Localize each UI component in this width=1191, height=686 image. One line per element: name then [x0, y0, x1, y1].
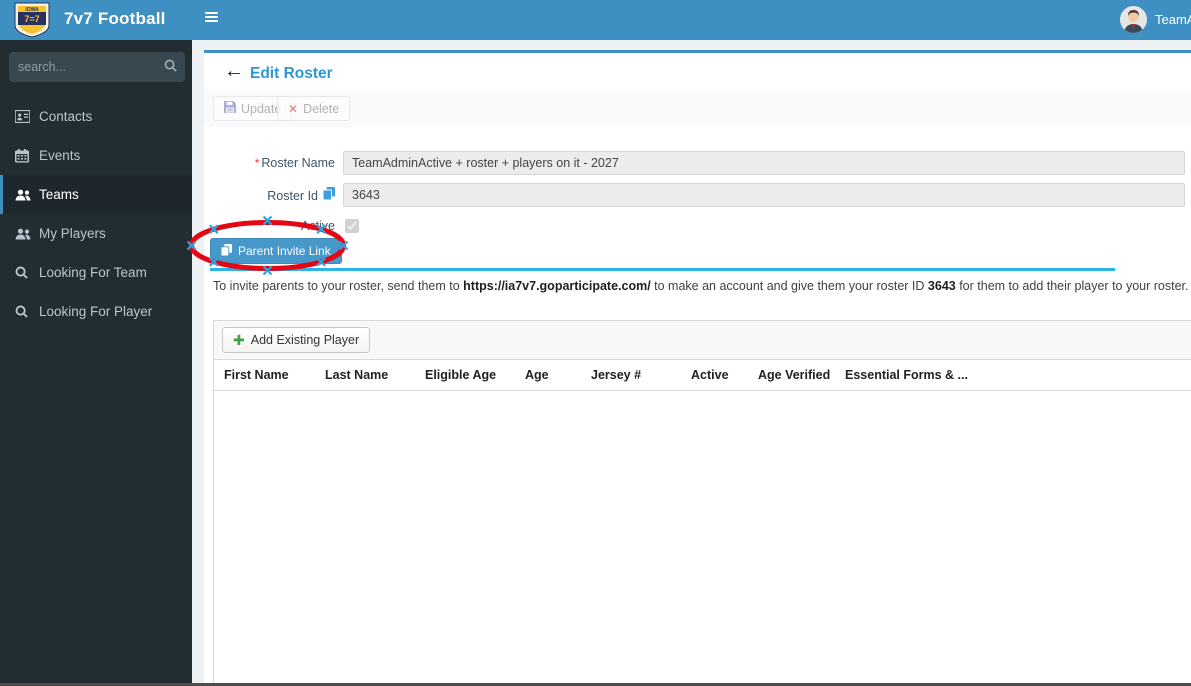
invite-roster-id: 3643 — [927, 279, 956, 293]
invite-instructions: To invite parents to your roster, send t… — [213, 279, 1189, 293]
user-avatar — [1120, 6, 1147, 33]
update-button-label: Update — [241, 101, 282, 116]
sidebar-item-label: Events — [39, 148, 81, 163]
required-asterisk: * — [254, 156, 260, 170]
logo-text-top: IOWA — [25, 7, 39, 13]
grid-header-row: First Name Last Name Eligible Age Age Je… — [214, 360, 1191, 391]
parent-invite-link-button[interactable]: Parent Invite Link — [210, 238, 342, 264]
add-existing-player-button[interactable]: ✚ Add Existing Player — [222, 327, 371, 353]
divider-line — [210, 268, 1115, 271]
column-header-age-verified[interactable]: Age Verified — [748, 368, 835, 382]
sidebar: Contacts Events Teams My Players Looking… — [0, 40, 192, 683]
top-navbar: IOWA 7=7 7v7 Football TeamA — [0, 0, 1191, 40]
roster-name-input[interactable] — [343, 151, 1185, 175]
delete-button-label: Delete — [303, 101, 340, 116]
search-icon — [15, 266, 39, 279]
crud-toolbar: Update ✕ Delete — [204, 90, 1191, 127]
column-header-essential-forms[interactable]: Essential Forms & ... — [835, 368, 995, 382]
roster-name-row: * Roster Name — [204, 150, 1185, 176]
user-name: TeamA — [1155, 12, 1191, 27]
column-header-last-name[interactable]: Last Name — [315, 368, 415, 382]
active-row: Active — [204, 213, 362, 239]
user-menu[interactable]: TeamA — [1120, 6, 1191, 33]
logo-text-center: 7=7 — [24, 14, 39, 24]
app-logo[interactable]: IOWA 7=7 — [9, 2, 55, 38]
invite-url: https://ia7v7.goparticipate.com/ — [463, 279, 651, 293]
save-icon — [224, 101, 236, 116]
users-icon — [15, 228, 39, 240]
search-icon[interactable] — [156, 59, 184, 75]
sidebar-item-my-players[interactable]: My Players — [0, 214, 192, 253]
sidebar-item-label: Looking For Player — [39, 304, 153, 319]
delete-button[interactable]: ✕ Delete — [277, 96, 351, 121]
sidebar-item-looking-for-team[interactable]: Looking For Team — [0, 253, 192, 292]
column-header-age[interactable]: Age — [515, 368, 581, 382]
page-title: Edit Roster — [250, 65, 333, 82]
sidebar-item-label: Teams — [39, 187, 79, 202]
roster-id-row: Roster Id — [204, 182, 1185, 208]
roster-id-input[interactable] — [343, 183, 1185, 207]
sidebar-item-label: My Players — [39, 226, 106, 241]
column-header-active[interactable]: Active — [681, 368, 748, 382]
active-label: Active — [300, 219, 335, 233]
app-root: { "header": { "app_title": "7v7 Football… — [0, 0, 1191, 686]
grid-toolbar: ✚ Add Existing Player — [214, 321, 1191, 360]
contacts-icon — [15, 110, 39, 123]
sidebar-item-looking-for-player[interactable]: Looking For Player — [0, 292, 192, 331]
search-input[interactable] — [10, 60, 156, 74]
sidebar-item-teams[interactable]: Teams — [0, 175, 192, 214]
parent-invite-link-label: Parent Invite Link — [238, 244, 331, 258]
column-header-first-name[interactable]: First Name — [214, 368, 315, 382]
roster-name-label: * Roster Name — [254, 156, 335, 170]
sidebar-toggle-icon[interactable] — [205, 12, 218, 24]
plus-icon: ✚ — [233, 332, 245, 348]
add-existing-player-label: Add Existing Player — [250, 333, 360, 347]
app-title: 7v7 Football — [64, 9, 166, 28]
calendar-icon — [15, 148, 39, 163]
users-icon — [15, 189, 39, 201]
column-header-eligible-age[interactable]: Eligible Age — [415, 368, 515, 382]
roster-id-label: Roster Id — [204, 187, 335, 203]
delete-x-icon: ✕ — [288, 101, 299, 116]
copy-icon[interactable] — [323, 187, 335, 200]
grid-body-empty — [214, 391, 1191, 651]
players-grid: ✚ Add Existing Player First Name Last Na… — [213, 320, 1191, 684]
sidebar-item-label: Contacts — [39, 109, 93, 124]
active-checkbox[interactable] — [345, 219, 359, 233]
sidebar-item-label: Looking For Team — [39, 265, 147, 280]
column-header-jersey[interactable]: Jersey # — [581, 368, 681, 382]
search-icon — [15, 305, 39, 318]
content-panel: ← Edit Roster Update ✕ Delete * Roster Na… — [204, 50, 1191, 684]
copy-link-icon — [220, 243, 232, 259]
sidebar-item-events[interactable]: Events — [0, 136, 192, 175]
sidebar-item-contacts[interactable]: Contacts — [0, 97, 192, 136]
sidebar-search — [9, 52, 185, 82]
sidebar-menu: Contacts Events Teams My Players Looking… — [0, 97, 192, 331]
back-arrow-icon[interactable]: ← — [224, 61, 244, 81]
